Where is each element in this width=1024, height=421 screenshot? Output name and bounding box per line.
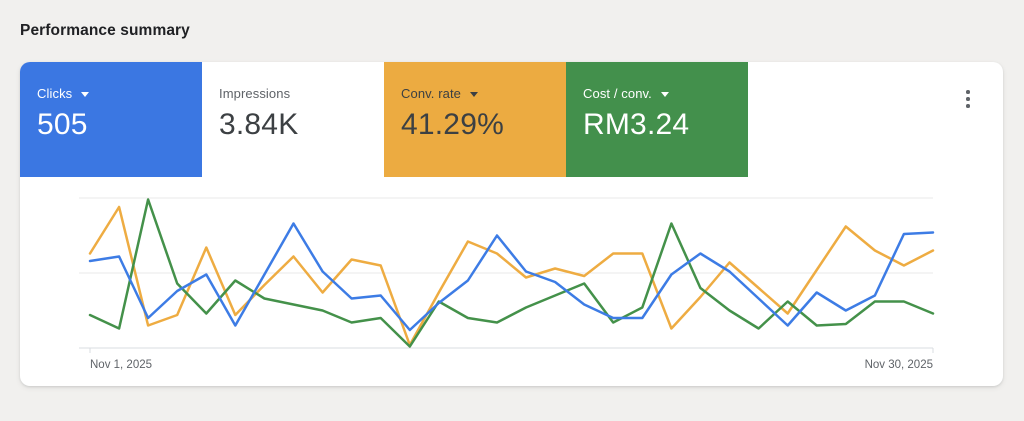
metric-card-header: Impressions [219,87,384,100]
more-options-button[interactable] [953,84,983,114]
x-axis-end-label: Nov 30, 2025 [865,359,933,371]
metric-value: 505 [37,110,202,140]
chevron-down-icon[interactable] [661,92,669,97]
metric-card-header: Cost / conv. [583,87,748,100]
metric-cards-row: Clicks 505 Impressions 3.84K Conv. rate … [20,62,1003,177]
metric-card-conv-rate[interactable]: Conv. rate 41.29% [384,62,566,177]
chevron-down-icon[interactable] [81,92,89,97]
chevron-down-icon[interactable] [470,92,478,97]
series-line-conv-rate [90,207,933,345]
metric-card-cost-per-conv[interactable]: Cost / conv. RM3.24 [566,62,748,177]
metric-value: 41.29% [401,110,566,140]
metric-card-clicks[interactable]: Clicks 505 [20,62,202,177]
metric-label: Clicks [37,87,72,100]
performance-summary-page: Performance summary Clicks 505 Impressio… [0,0,1024,421]
x-axis-start-label: Nov 1, 2025 [90,359,152,371]
metric-label: Conv. rate [401,87,461,100]
performance-summary-panel: Clicks 505 Impressions 3.84K Conv. rate … [20,62,1003,386]
metric-value: RM3.24 [583,110,748,140]
metric-value: 3.84K [219,110,384,140]
metric-card-impressions[interactable]: Impressions 3.84K [202,62,384,177]
metric-label: Impressions [219,87,290,100]
metric-card-header: Conv. rate [401,87,566,100]
metric-label: Cost / conv. [583,87,652,100]
metric-card-header: Clicks [37,87,202,100]
page-title: Performance summary [20,22,190,40]
performance-chart: Nov 1, 2025 Nov 30, 2025 [20,177,1003,386]
